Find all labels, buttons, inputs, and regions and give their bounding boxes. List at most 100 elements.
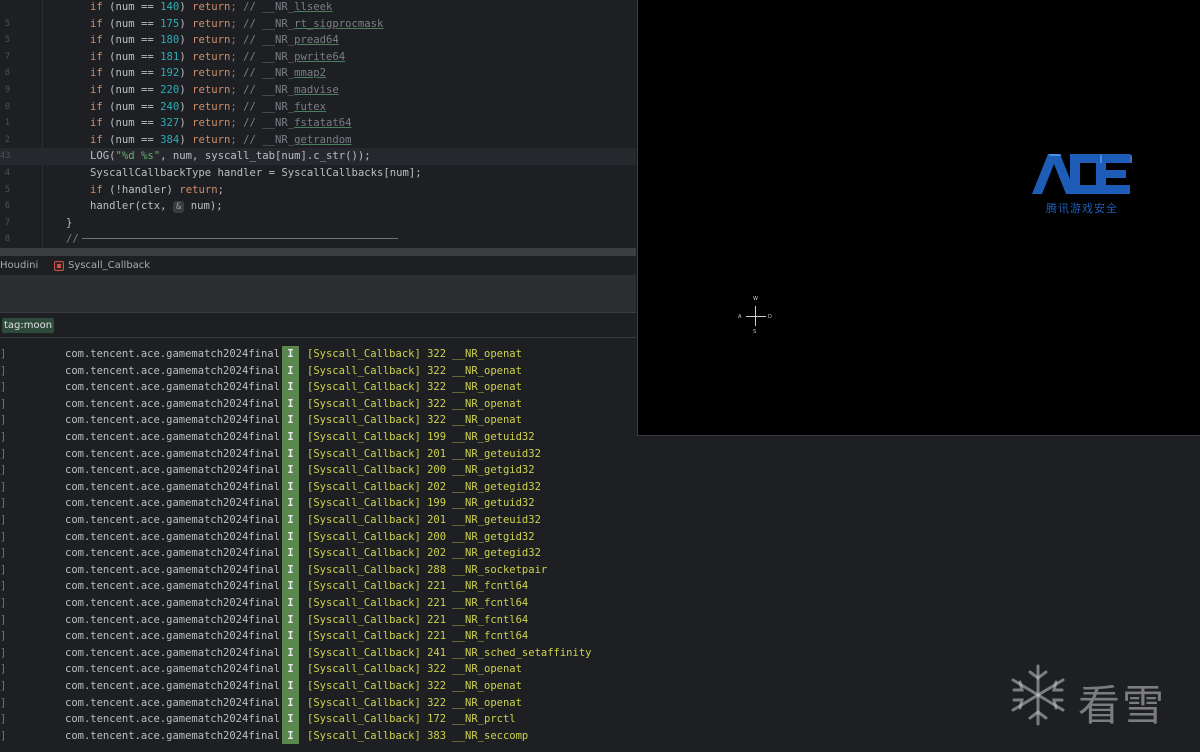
log-row[interactable]: ] com.tencent.ace.gamematch2024final I [Sys… [0,694,640,712]
code-token: (num == [102,100,161,113]
log-package: com.tencent.ace.gamematch2024final [65,696,280,709]
code-line: 5 if (num == 175) return; // __NR_rt_sigp… [0,16,636,33]
log-row[interactable]: ] com.tencent.ace.gamematch2024final I [Sys… [0,528,640,546]
code-token: 220 [160,84,180,96]
log-row[interactable]: ] com.tencent.ace.gamematch2024final I [Sys… [0,561,640,579]
log-row[interactable]: ] com.tencent.ace.gamematch2024final I [Sys… [0,644,640,662]
log-row-marker: ] [0,663,7,676]
code-token: ) [179,117,193,130]
log-row-marker: ] [0,514,7,526]
log-row[interactable]: ] com.tencent.ace.gamematch2024final I [Sys… [0,395,640,413]
log-row[interactable]: ] com.tencent.ace.gamematch2024final I [Sys… [0,445,640,463]
code-token: (num == [102,117,161,130]
log-level-badge: I [282,362,299,380]
log-row[interactable]: ] com.tencent.ace.gamematch2024final I [Sys… [0,512,640,529]
log-row[interactable]: ] com.tencent.ace.gamematch2024final I [Sys… [0,429,640,446]
log-row-marker: ] [0,646,7,659]
code-token: ) [179,17,193,30]
line-number: 2 [4,134,10,145]
code-token: return [179,183,218,196]
log-message: [Syscall_Callback] 221 __NR_fcntl64 [307,597,529,609]
code-token: 192 [160,67,180,80]
code-token: ; // __NR_ [230,17,295,30]
line-number: 4 [4,168,10,178]
log-row-marker: ] [0,680,7,692]
code-token: ; // __NR_ [230,34,295,47]
code-token: return [192,117,231,130]
line-number: 8 [4,68,10,79]
log-message: [Syscall_Callback] 199 __NR_getuid32 [307,431,535,443]
breadcrumb: Houdini Syscall_Callback [0,256,636,276]
log-row[interactable]: ] com.tencent.ace.gamematch2024final I [Sys… [0,362,640,380]
log-row-marker: ] [0,447,7,460]
log-row[interactable]: ] com.tencent.ace.gamematch2024final I [Sys… [0,545,640,562]
code-token: return [192,84,231,96]
log-row-marker: ] [0,547,7,560]
code-text: if (num == 140) return; // __NR_llseek [90,0,332,16]
code-text: LOG("%d %s", num, syscall_tab[num].c_str… [90,148,371,165]
log-row[interactable]: ] com.tencent.ace.gamematch2024final I [Sys… [0,478,640,496]
breadcrumb-item-syscall-callback[interactable]: Syscall_Callback [68,256,150,276]
editor-horizontal-scrollbar[interactable] [0,248,636,256]
log-package: com.tencent.ace.gamematch2024final [65,613,280,626]
code-token: ; // __NR_ [230,50,295,63]
log-row-marker: ] [0,381,7,394]
log-row[interactable]: ] com.tencent.ace.gamematch2024final I [Sys… [0,462,640,479]
log-row[interactable]: ] com.tencent.ace.gamematch2024final I [Sys… [0,495,640,512]
log-row-marker: ] [0,613,7,626]
line-number: 1 [4,118,10,129]
code-text: if (num == 192) return; // __NR_mmap2 [90,65,326,82]
log-row-marker: ] [0,563,7,576]
code-line: 8 if (num == 192) return; // __NR_mmap2 [0,65,636,82]
breadcrumb-item-houdini[interactable]: Houdini [0,256,38,276]
compass-w: W [753,296,758,302]
log-row[interactable]: ] com.tencent.ace.gamematch2024final I [Sys… [0,611,640,629]
code-text: SyscallCallbackType handler = SyscallCal… [90,165,422,182]
log-row-marker: ] [0,431,7,443]
code-text: if (num == 175) return; // __NR_rt_sigpr… [90,16,383,33]
log-message: [Syscall_Callback] 221 __NR_fcntl64 [307,580,529,593]
code-token: madvise [294,84,339,96]
log-level-badge: I [282,512,299,529]
log-row[interactable]: ] com.tencent.ace.gamematch2024final I [Sys… [0,711,640,728]
log-row-marker: ] [0,696,7,709]
line-number: 6 [4,201,10,212]
log-level-badge: I [282,495,299,512]
log-message: [Syscall_Callback] 322 __NR_openat [307,381,522,394]
log-row[interactable]: ] com.tencent.ace.gamematch2024final I [Sys… [0,661,640,678]
code-text: if (!handler) return; [90,182,224,199]
code-editor[interactable]: if (num == 140) return; // __NR_llseek 5 i… [0,0,636,248]
wasd-compass: W A D S [738,296,774,336]
code-token: ; // __NR_ [230,117,295,130]
comment-rule-line [82,238,398,239]
log-package: com.tencent.ace.gamematch2024final [65,563,280,576]
emulator-screen[interactable]: 腾讯游戏安全 W A D S [637,0,1200,436]
code-token: 327 [160,117,180,130]
code-token: if [90,183,103,196]
log-row-marker: ] [0,397,7,410]
code-token: if [90,133,103,146]
line-number: 5 [4,35,10,46]
code-token: if [90,117,103,130]
current-code-line: 43 LOG("%d %s", num, syscall_tab[num].c_s… [0,148,636,165]
log-row[interactable]: ] com.tencent.ace.gamematch2024final I [Sys… [0,578,640,595]
log-row[interactable]: ] com.tencent.ace.gamematch2024final I [Sys… [0,379,640,396]
log-row[interactable]: ] com.tencent.ace.gamematch2024final I [Sys… [0,628,640,645]
log-level-badge: I [282,346,299,363]
code-token: return [192,34,231,47]
log-row[interactable]: ] com.tencent.ace.gamematch2024final I [Sys… [0,412,640,429]
logcat-filter-input[interactable]: tag:moon [2,318,55,333]
code-line: 5 if (num == 180) return; // __NR_pread64 [0,32,636,49]
log-row[interactable]: ] com.tencent.ace.gamematch2024final I [Sys… [0,727,640,745]
code-token: ) [179,100,193,113]
log-row[interactable]: ] com.tencent.ace.gamematch2024final I [Sys… [0,678,640,695]
code-token: pread64 [294,34,339,47]
logcat-filter-bar[interactable]: tag:moon [0,312,636,338]
code-token: 240 [160,100,180,113]
log-row[interactable]: ] com.tencent.ace.gamematch2024final I [Sys… [0,346,640,363]
code-token: 384 [160,133,180,146]
code-token: ) [179,67,193,80]
log-row[interactable]: ] com.tencent.ace.gamematch2024final I [Sys… [0,595,640,612]
log-level-badge: I [282,412,299,429]
code-token: ) [179,133,193,146]
